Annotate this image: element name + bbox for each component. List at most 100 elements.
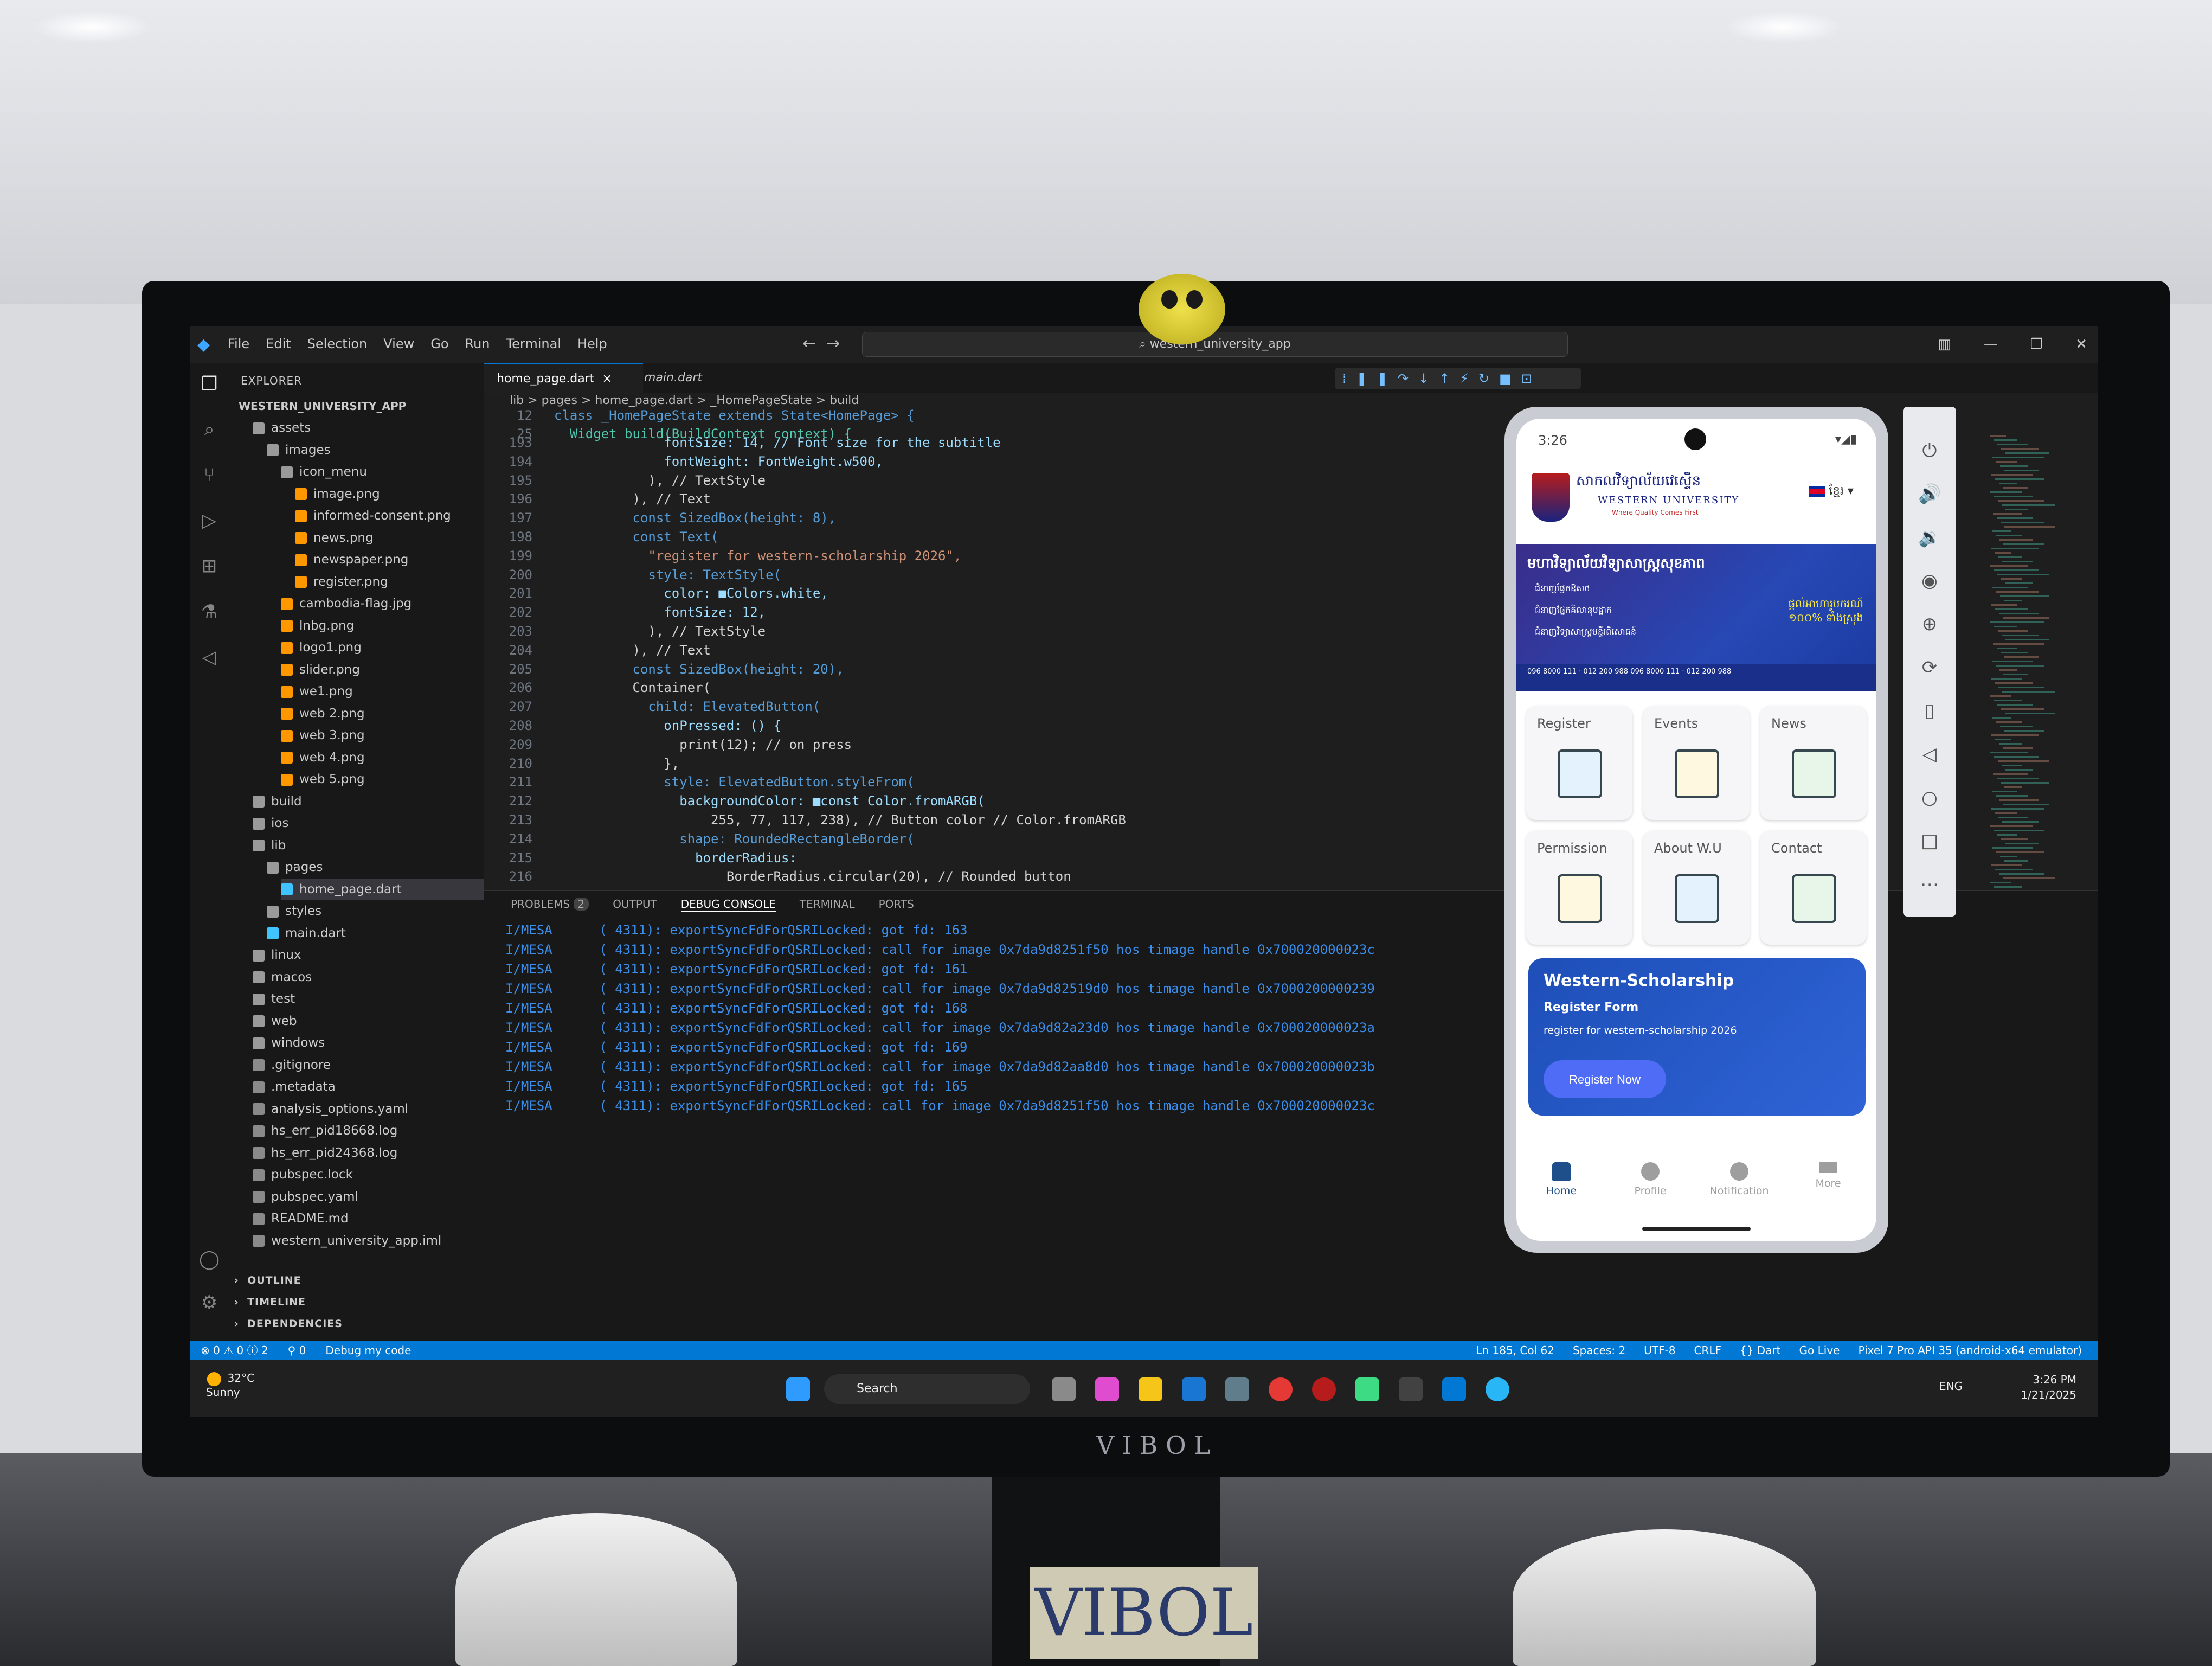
folder-item[interactable]: images [267,440,331,460]
card-register[interactable]: Register [1526,706,1632,820]
code-editor[interactable]: 193 fontSize: 14, // Font size for the s… [484,435,1676,885]
store-icon[interactable] [1225,1377,1249,1401]
file-item[interactable]: analysis_options.yaml [253,1099,408,1119]
testing-icon[interactable]: ⚗ [197,600,221,624]
menu-run[interactable]: Run [465,336,490,351]
file-item[interactable]: hs_err_pid18668.log [253,1120,397,1141]
file-item[interactable]: news.png [295,528,374,548]
close-button[interactable]: ✕ [2075,336,2087,353]
file-item[interactable]: register.png [295,572,388,592]
tab-problems[interactable]: PROBLEMS 2 [511,898,589,912]
menu-go[interactable]: Go [430,336,448,351]
file-item[interactable]: newspaper.png [295,549,408,570]
nav-notification[interactable]: Notification [1699,1162,1780,1197]
rotate-icon[interactable]: ⟳ [1918,656,1941,679]
file-item[interactable]: lnbg.png [281,616,354,636]
outlook-icon[interactable] [1182,1377,1206,1401]
folder-item[interactable]: pages [267,857,323,877]
menu-help[interactable]: Help [577,336,607,351]
menu-selection[interactable]: Selection [307,336,368,351]
folder-item[interactable]: windows [253,1033,325,1053]
outline-section[interactable]: › OUTLINE [234,1274,301,1286]
folder-item[interactable]: styles [267,901,321,921]
fold-icon[interactable]: ▯ [1918,700,1941,722]
clock[interactable]: 3:26 PM 1/21/2025 [2021,1372,2076,1402]
file-item[interactable]: web 2.png [281,703,365,724]
register-now-button[interactable]: Register Now [1544,1060,1666,1098]
card-news[interactable]: News [1760,706,1867,820]
camera-icon[interactable]: ◉ [1918,569,1941,592]
folder-item[interactable]: build [253,791,302,812]
problems-status[interactable]: ⊗ 0 ⚠ 0 ⓘ 2 [201,1341,268,1360]
terminal-icon[interactable] [1399,1377,1423,1401]
tab-terminal[interactable]: TERMINAL [800,898,855,912]
telegram-icon[interactable] [1486,1377,1509,1401]
folder-item[interactable]: ios [253,813,288,834]
folder-item[interactable]: icon_menu [281,462,367,482]
vscode-taskbar-icon[interactable] [1442,1377,1466,1401]
copilot-icon[interactable] [1095,1377,1119,1401]
back-icon[interactable]: ◁ [1918,743,1941,766]
start-button-icon[interactable] [786,1377,810,1401]
device-selector[interactable]: Pixel 7 Pro API 35 (android-x64 emulator… [1858,1341,2082,1360]
ports-status[interactable]: ⚲ 0 [288,1341,306,1360]
line-ending[interactable]: CRLF [1694,1341,1721,1360]
card-about[interactable]: About W.U [1643,831,1750,945]
search-icon[interactable]: ⌕ [197,418,221,441]
account-icon[interactable]: ◯ [197,1247,221,1271]
folder-item[interactable]: assets [253,418,311,438]
menu-file[interactable]: File [228,336,249,351]
close-tab-icon[interactable]: × [602,372,612,386]
file-item[interactable]: web 3.png [281,725,365,746]
command-center-search[interactable]: ⌕ western_university_app [862,332,1568,357]
folder-item[interactable]: macos [253,967,312,988]
file-explorer-icon[interactable] [1139,1377,1162,1401]
tab-main[interactable]: main.dart [631,363,763,393]
encoding[interactable]: UTF-8 [1644,1341,1675,1360]
file-item[interactable]: slider.png [281,659,360,680]
file-item[interactable]: main.dart [267,923,346,944]
minimize-button[interactable]: — [1984,336,1998,353]
home-circle-icon[interactable]: ○ [1918,786,1941,809]
settings-gear-icon[interactable]: ⚙ [197,1291,221,1315]
file-item[interactable]: home_page.dart [281,879,484,900]
file-item[interactable]: pubspec.yaml [253,1187,358,1207]
tab-debug-console[interactable]: DEBUG CONSOLE [680,898,776,912]
file-item[interactable]: we1.png [281,681,353,702]
menu-terminal[interactable]: Terminal [506,336,561,351]
app-icon[interactable] [1312,1377,1336,1401]
flutter-icon[interactable]: ◁ [197,645,221,669]
nav-home[interactable]: Home [1521,1162,1602,1197]
file-item[interactable]: web 5.png [281,769,365,790]
menu-view[interactable]: View [383,336,414,351]
home-indicator[interactable] [1642,1227,1751,1231]
weather-widget[interactable]: ● 32°C Sunny [206,1369,254,1399]
tab-home-page[interactable]: home_page.dart × [484,363,643,394]
file-item[interactable]: image.png [295,484,380,504]
input-language[interactable]: ENG [1939,1380,1963,1393]
card-events[interactable]: Events [1643,706,1750,820]
extensions-icon[interactable]: ⊞ [197,554,221,578]
nav-profile[interactable]: Profile [1610,1162,1691,1197]
file-item[interactable]: web 4.png [281,747,365,768]
source-control-icon[interactable]: ⑂ [197,463,221,487]
file-item[interactable]: pubspec.lock [253,1164,353,1185]
folder-item[interactable]: lib [253,835,286,856]
layout-icon[interactable]: ▥ [1938,336,1951,353]
zoom-icon[interactable]: ⊕ [1918,613,1941,636]
file-item[interactable]: logo1.png [281,637,362,658]
overview-icon[interactable]: □ [1918,830,1941,853]
taskbar-search[interactable]: Search [824,1374,1030,1404]
debug-status[interactable]: Debug my code [325,1341,411,1360]
task-view-icon[interactable] [1052,1377,1076,1401]
file-item[interactable]: cambodia-flag.jpg [281,593,411,614]
file-item[interactable]: README.md [253,1208,349,1229]
file-item[interactable]: informed-consent.png [295,505,451,526]
power-icon[interactable]: ⏻ [1918,439,1941,462]
indentation[interactable]: Spaces: 2 [1573,1341,1625,1360]
folder-item[interactable]: linux [253,945,301,965]
restore-button[interactable]: ❐ [2030,336,2043,353]
nav-more[interactable]: More [1787,1162,1869,1189]
dependencies-section[interactable]: › DEPENDENCIES [234,1318,343,1330]
folder-item[interactable]: test [253,989,295,1009]
